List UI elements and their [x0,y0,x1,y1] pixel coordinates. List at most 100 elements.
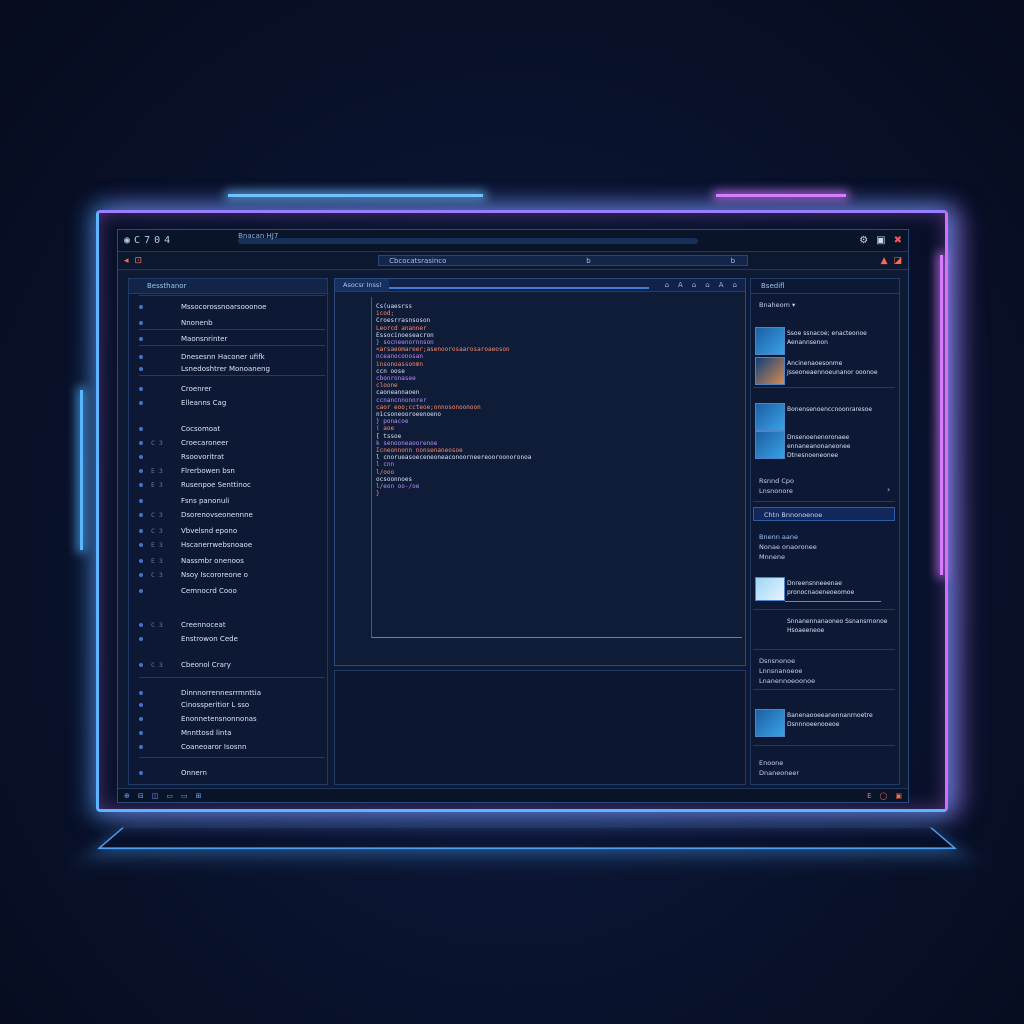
bullet-icon [139,589,143,593]
code-line: nceanoconosan [376,353,423,360]
bullet-icon [139,367,143,371]
code-token: <arsaeomareer;asenoorosaarosaroaeoson [376,346,510,354]
home-icon[interactable]: ⌂ [705,281,709,289]
code-line: l cnorueasoeceneoneaconoorneereooroonoro… [376,454,531,461]
sidebar-item[interactable]: Lsnedoshtrer Monoaneng [129,363,325,375]
address-mark: b [730,257,736,265]
app-window: ◉ C 7 0 4 Bnacan HJ7 ⚙ ▣ ✖ ◂ ⊡ Cbcocatsr… [117,229,909,803]
sidebar-item[interactable]: E 3 Flrerbowen bsn [129,465,325,477]
card-thumbnail[interactable] [755,327,785,355]
titlebar-glyph: C [134,235,141,246]
sidebar-item-label: Fsns panonuli [181,497,230,505]
status-icon[interactable]: ⊕ [124,792,130,800]
sidebar-item-label: Lsnedoshtrer Monoaneng [181,365,270,373]
home-icon[interactable]: ⌂ [665,281,669,289]
chevron-right-icon[interactable]: › [887,485,890,494]
sidebar-item[interactable]: Coaneoaror Isosnn [129,741,325,753]
card-thumbnail[interactable] [755,709,785,737]
sidebar-item-label: Enstrowon Cede [181,635,238,643]
sidebar-item[interactable]: E 3 Nassmbr onenoos [129,555,325,567]
status-icon[interactable]: ◯ [880,792,888,800]
code-line: l/ooo [376,469,394,476]
sidebar-item[interactable]: Elleanns Cag [129,397,325,409]
app-icon[interactable]: ◉ [124,235,130,246]
sidebar-item[interactable]: Onnern [129,767,325,779]
code-token: l cnn [376,461,395,469]
status-icon[interactable]: ▭ [166,792,173,800]
gear-icon[interactable]: ⚙ [859,235,868,246]
card-thumbnail[interactable] [755,357,785,385]
sidebar-item[interactable]: Enonnetensnonnonas [129,713,325,725]
sidebar-item-index: E 3 [151,467,163,475]
accent-underline [785,601,881,602]
font-icon[interactable]: A [678,281,683,289]
sidebar-item[interactable]: Dnesesnn Haconer ufifk [129,351,325,363]
sidebar-item[interactable]: Enstrowon Cede [129,633,325,645]
sidebar-item[interactable]: C 3 Croecaroneer [129,437,325,449]
card-thumbnail[interactable] [755,431,785,459]
code-token: l/eon oo-/oe [376,483,420,490]
sidebar-item[interactable]: C 3 Dsorenovseonennne [129,509,325,521]
font-icon[interactable]: A [719,281,724,289]
sidebar-item-index: E 3 [151,481,163,489]
sidebar-item[interactable]: Fsns panonuli [129,495,325,507]
window-title: Bnacan HJ7 [238,231,279,240]
sidebar-item-label: Coaneoaror Isosnn [181,743,247,751]
panel-link[interactable]: Lnsnonore [759,487,793,495]
sidebar-item[interactable]: Maonsnrinter [129,333,325,345]
status-icon[interactable]: ▭ [181,792,188,800]
sidebar-item[interactable]: Mnnttosd linta [129,727,325,739]
sidebar-item[interactable]: C 3 Vbvelsnd epono [129,525,325,537]
status-icon[interactable]: Ε [867,792,871,800]
panel-link[interactable]: Rsnnd Cpo [759,477,794,485]
code-line: ( aoe [376,425,394,432]
sidebar-item[interactable]: C 3 Creennoceat [129,619,325,631]
bullet-icon [139,305,143,309]
card-thumbnail[interactable] [755,577,785,601]
tab-active-file[interactable]: Asocsr Inssl [335,279,390,291]
panel-action-button[interactable]: Chtn Bnnonoenoe [753,507,895,521]
right-panel-dropdown[interactable]: Bnaheom ▾ [759,301,795,309]
sidebar-item-label: Creennoceat [181,621,226,629]
forward-icon[interactable]: ⊡ [135,256,143,266]
sidebar-item[interactable]: Cocsomoat [129,423,325,435]
fire-icon[interactable]: ▲ [881,256,888,266]
sidebar-item[interactable]: Dinnnorrennesrrmnttia [129,687,325,699]
neon-top-line [228,194,483,197]
titlebar-glyph: 4 [164,235,171,246]
sidebar-item[interactable]: Nnonenb [129,317,325,329]
close-icon[interactable]: ✖ [894,235,902,246]
home-icon[interactable]: ⌂ [692,281,696,289]
code-token: Essocinoeseacron [376,331,434,339]
window-controls: ⚙ ▣ ✖ [859,235,902,246]
sidebar-item[interactable]: Cinossperitior L sso [129,699,325,711]
sidebar-item-index: C 3 [151,661,163,669]
sidebar-item[interactable]: Mssocorossnoarsooonoe [129,301,325,313]
console-panel[interactable] [334,670,746,785]
sidebar-item[interactable]: E 3 Hscanerrwebsnoaoe [129,539,325,551]
sidebar-item[interactable]: C 3 Cbeonol Crary [129,659,325,671]
bullet-icon [139,321,143,325]
alert-icon[interactable]: ◪ [893,256,902,266]
back-icon[interactable]: ◂ [124,256,129,266]
sidebar-item-label: Dnesesnn Haconer ufifk [181,353,265,361]
section-line: Mnnene [759,553,785,561]
sidebar-item[interactable]: Rsoovoritrat [129,451,325,463]
sidebar-item[interactable]: Cemnocrd Cooo [129,585,325,597]
windows-icon[interactable]: ▣ [876,235,885,246]
address-bar[interactable]: Cbcocatsrasinco b b [378,255,749,266]
sidebar-item-label: Rusenpoe Senttinoc [181,481,251,489]
sidebar-item[interactable]: Croenrer [129,383,325,395]
status-icon[interactable]: ◫ [152,792,159,800]
sidebar-item[interactable]: E 3 Rusenpoe Senttinoc [129,479,325,491]
status-icon[interactable]: ⊞ [196,792,202,800]
editor-tabbar: Asocsr Inssl ⌂ A ⌂ ⌂ A ⌂ [335,279,745,292]
bullet-icon [139,573,143,577]
status-icon[interactable]: ⊟ [138,792,144,800]
card-thumbnail[interactable] [755,403,785,431]
code-area[interactable]: Cs(uaesrss icod; Croesrrasnsoson Leorcd … [371,297,742,638]
status-icon[interactable]: ▣ [895,792,902,800]
code-token: l/ooo [376,468,395,476]
sidebar-item[interactable]: C 3 Nsoy Iscororeone o [129,569,325,581]
home-icon[interactable]: ⌂ [733,281,737,289]
